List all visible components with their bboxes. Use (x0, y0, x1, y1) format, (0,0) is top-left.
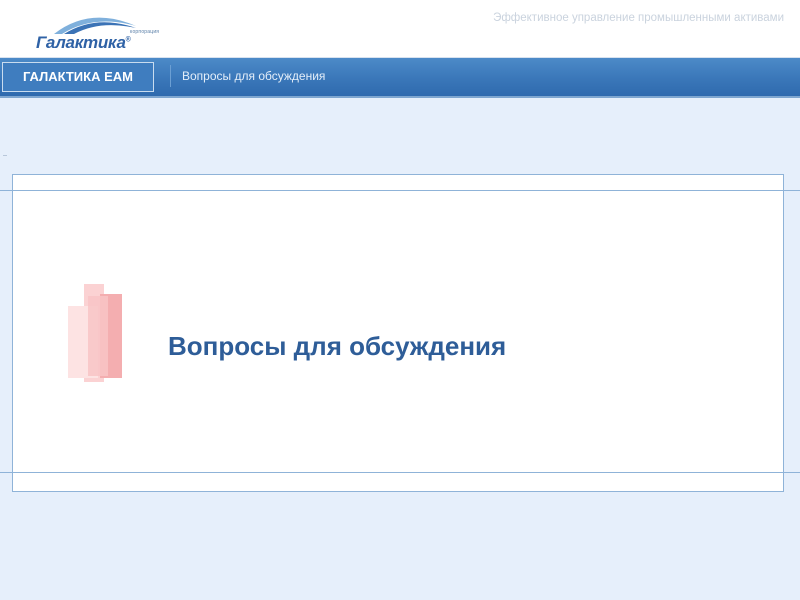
logo-registered-mark: ® (125, 36, 131, 44)
logo-caption: корпорация (130, 29, 160, 35)
galaktika-logo-icon[interactable]: корпорация Галактика® (30, 12, 159, 53)
logo-wordmark: Галактика® (36, 33, 131, 53)
divider (3, 155, 7, 156)
nav-brand-button[interactable]: ГАЛАКТИКА EAM (2, 62, 154, 92)
page-header: корпорация Галактика® Эффективное управл… (0, 0, 800, 58)
deco-bar-middle (88, 296, 108, 376)
logo-wordmark-text: Галактика (36, 33, 126, 52)
pink-bars-decoration-icon (68, 284, 124, 382)
header-tagline: Эффективное управление промышленными акт… (493, 12, 784, 24)
divider-line-top-overlay (0, 190, 800, 191)
slide-title: Вопросы для обсуждения (168, 331, 507, 361)
divider-line-bottom-overlay (0, 472, 800, 473)
nav-bar: ГАЛАКТИКА EAM Вопросы для обсуждения (0, 58, 800, 98)
breadcrumb[interactable]: Вопросы для обсуждения (169, 65, 325, 87)
